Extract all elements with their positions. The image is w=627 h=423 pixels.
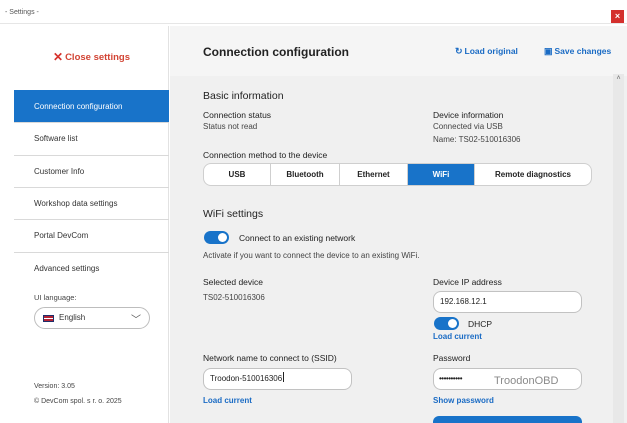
method-option-remote-diagnostics[interactable]: Remote diagnostics [475,164,591,185]
sidebar-item-advanced-settings[interactable]: Advanced settings [14,252,169,284]
device-connection-value: Connected via USB [433,122,503,131]
sidebar-item-customer-info[interactable]: Customer Info [14,155,169,187]
load-current-ip-link[interactable]: Load current [433,332,482,341]
device-name-value: Name: TS02-510016306 [433,135,521,144]
device-ip-label: Device IP address [433,277,502,287]
password-input[interactable]: •••••••••• TroodonOBD [433,368,582,390]
load-original-label: Load original [464,46,518,56]
save-changes-label: Save changes [554,46,612,56]
device-ip-input[interactable]: 192.168.12.1 [433,291,582,313]
save-icon: ▣ [544,46,553,56]
connection-status-value: Status not read [203,122,258,131]
connection-status-label: Connection status [203,110,272,120]
device-information-label: Device information [433,110,504,120]
device-ip-value: 192.168.12.1 [440,297,487,306]
selected-device-label: Selected device [203,277,264,287]
method-option-wifi[interactable]: WiFi [408,164,475,185]
save-changes-button[interactable]: ▣ Save changes [544,46,611,57]
sidebar-item-portal-devcom[interactable]: Portal DevCom [14,219,169,251]
password-label: Password [433,353,471,363]
page-title: Connection configuration [203,45,349,59]
sidebar-item-software-list[interactable]: Software list [14,122,169,154]
selected-device-value: TS02-510016306 [203,293,265,302]
text-caret [283,372,285,382]
dhcp-label: DHCP [468,319,493,329]
basic-information-title: Basic information [203,90,284,102]
connect-existing-network-toggle[interactable] [204,231,229,244]
password-dots: •••••••••• [439,374,463,383]
password-watermark: TroodonOBD [494,375,559,387]
connection-method-selector: USB Bluetooth Ethernet WiFi Remote diagn… [203,163,592,186]
method-option-ethernet[interactable]: Ethernet [340,164,408,185]
ssid-value: Troodon-510016306 [210,374,283,383]
chevron-down-icon: ﹀ [131,315,141,326]
ssid-label: Network name to connect to (SSID) [203,353,337,363]
window-close-button[interactable]: × [611,10,624,23]
method-option-bluetooth[interactable]: Bluetooth [271,164,340,185]
ui-language-value: English [59,313,86,322]
copyright-text: © DevCom spol. s r. o. 2025 [34,398,122,405]
uk-flag-icon [43,315,54,322]
dhcp-toggle[interactable] [434,317,459,330]
main-panel: Connection configuration ↻ Load original … [170,26,627,423]
method-option-usb[interactable]: USB [204,164,271,185]
connect-existing-network-label: Connect to an existing network [239,233,356,243]
connection-method-label: Connection method to the device [203,150,328,160]
sidebar: ✕ Close settings Connection configuration… [14,26,169,423]
show-password-link[interactable]: Show password [433,396,494,405]
window-title: - Settings - [5,9,39,16]
connect-existing-hint: Activate if you want to connect the devi… [203,251,420,260]
primary-action-button[interactable] [433,416,582,423]
close-settings-button[interactable]: ✕ Close settings [14,50,169,64]
close-settings-label: Close settings [65,52,130,63]
close-icon: ✕ [53,50,64,64]
load-current-ssid-link[interactable]: Load current [203,396,252,405]
ui-language-select[interactable]: English ﹀ [34,307,150,329]
main-header: Connection configuration ↻ Load original … [170,26,627,76]
vertical-scrollbar[interactable]: ˄ [613,74,624,423]
wifi-settings-title: WiFi settings [203,208,264,220]
load-original-button[interactable]: ↻ Load original [455,46,518,57]
window-titlebar: - Settings - × [0,0,627,24]
sidebar-item-workshop-data-settings[interactable]: Workshop data settings [14,187,169,219]
ssid-input[interactable]: Troodon-510016306 [203,368,352,390]
sidebar-item-connection-configuration[interactable]: Connection configuration [14,90,169,122]
app-version: Version: 3.05 [34,383,75,390]
ui-language-label: UI language: [34,293,77,302]
refresh-icon: ↻ [455,46,463,56]
scroll-up-arrow-icon[interactable]: ˄ [613,74,624,84]
